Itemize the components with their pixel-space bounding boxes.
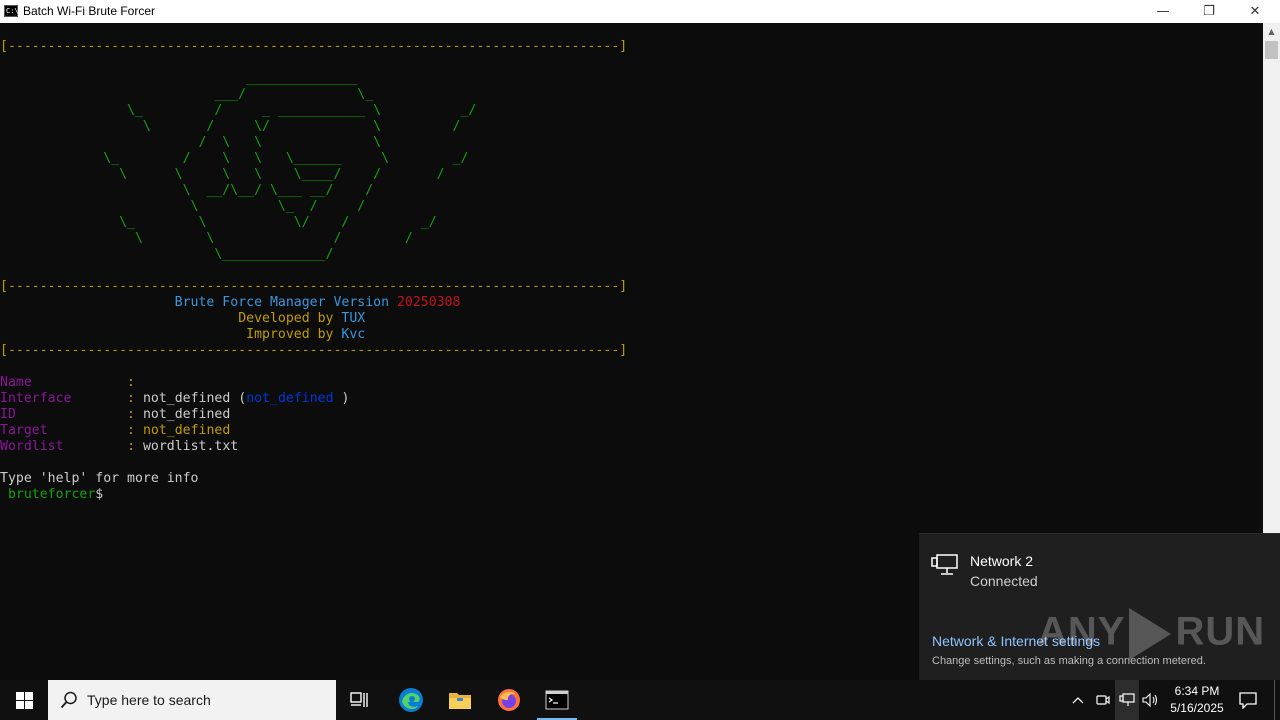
command-prompt-icon <box>545 690 569 710</box>
taskbar-firefox[interactable] <box>485 680 533 720</box>
folder-icon <box>449 693 471 709</box>
target-label: Target <box>0 423 48 438</box>
clock-time: 6:34 PM <box>1174 684 1220 698</box>
taskbar-edge[interactable] <box>387 680 435 720</box>
separator-top: [---------------------------------------… <box>0 39 628 54</box>
meet-now-icon <box>1096 695 1110 705</box>
wordlist-label: Wordlist <box>0 439 64 454</box>
windows-logo-icon <box>15 691 33 709</box>
scroll-up-icon[interactable]: ▲ <box>1263 23 1280 40</box>
window-title: Batch Wi-Fi Brute Forcer <box>23 4 156 18</box>
task-view-button[interactable] <box>336 680 384 720</box>
separator-middle: [---------------------------------------… <box>0 279 628 294</box>
taskbar-clock[interactable]: 6:34 PM 5/16/2025 <box>1164 683 1230 717</box>
interface-value: not_defined <box>142 391 231 406</box>
minimize-icon: — <box>1156 4 1170 19</box>
restore-icon: ❐ <box>1203 4 1215 19</box>
name-colon: : <box>127 375 135 390</box>
developed-by-label: Developed by <box>238 311 342 326</box>
close-button[interactable]: ✕ <box>1232 0 1278 23</box>
interface-paren-close: ) <box>333 391 350 406</box>
improved-by-label: Improved by <box>246 327 342 342</box>
help-text: Type 'help' for more info <box>0 471 199 486</box>
id-colon: : <box>127 407 135 422</box>
show-hidden-icons-button[interactable] <box>1068 680 1088 720</box>
id-value: not_defined <box>142 407 231 422</box>
wordlist-colon: : <box>127 439 136 454</box>
taskbar-cmd[interactable] <box>533 680 581 720</box>
improver-name: Kvc <box>341 327 366 342</box>
taskbar-file-explorer[interactable] <box>436 680 484 720</box>
action-center-button[interactable] <box>1234 680 1262 720</box>
clock-date: 5/16/2025 <box>1170 701 1224 715</box>
wordlist-value: wordlist.txt <box>142 439 239 454</box>
search-placeholder: Type here to search <box>87 692 211 708</box>
target-colon: : <box>127 423 135 438</box>
tray-volume[interactable] <box>1140 680 1162 720</box>
network-settings-description: Change settings, such as making a connec… <box>932 655 1206 667</box>
interface-label: Interface <box>0 391 72 406</box>
name-label: Name <box>0 375 32 390</box>
separator-bottom: [---------------------------------------… <box>0 343 628 358</box>
network-name[interactable]: Network 2 <box>970 553 1033 569</box>
interface-sub-value: not_defined <box>246 391 334 406</box>
taskbar: Type here to search 6:34 PM 5/16/2025 <box>0 680 1280 720</box>
minimize-button[interactable]: — <box>1140 0 1186 23</box>
interface-colon: : <box>127 391 135 406</box>
header-title: Brute Force Manager Version <box>174 295 397 310</box>
developer-name: TUX <box>341 311 366 326</box>
notification-icon <box>1239 692 1257 709</box>
network-flyout: Network 2 Connected Network & Internet s… <box>919 533 1280 681</box>
edge-browser-icon <box>399 688 423 712</box>
interface-paren-open: ( <box>230 391 247 406</box>
taskbar-search-box[interactable]: Type here to search <box>48 680 336 720</box>
firefox-icon <box>498 689 520 711</box>
window-title-bar[interactable]: C:\ Batch Wi-Fi Brute Forcer — ❐ ✕ <box>0 0 1280 23</box>
chevron-up-icon <box>1072 697 1084 704</box>
scrollbar-thumb[interactable] <box>1265 41 1278 59</box>
network-settings-link[interactable]: Network & Internet settings <box>932 633 1100 649</box>
search-icon <box>60 691 77 709</box>
prompt-name: bruteforcer <box>0 487 96 502</box>
restore-button[interactable]: ❐ <box>1186 0 1232 23</box>
header-version: 20250308 <box>396 295 461 310</box>
ethernet-network-icon <box>931 554 958 575</box>
target-value: not_defined <box>142 423 231 438</box>
id-label: ID <box>0 407 16 422</box>
cmd-app-icon[interactable]: C:\ <box>4 5 19 17</box>
show-desktop-button[interactable] <box>1274 680 1280 720</box>
prompt-symbol: $ <box>95 487 104 502</box>
network-icon <box>1119 693 1135 706</box>
close-icon: ✕ <box>1249 4 1261 19</box>
network-status: Connected <box>970 573 1038 589</box>
app-icon-text: C:\ <box>6 7 19 15</box>
task-view-icon <box>350 692 368 707</box>
ascii-logo: ______________ ___/ \_ \_ / _ __________… <box>103 71 477 262</box>
start-button[interactable] <box>0 680 48 720</box>
speaker-icon <box>1142 692 1158 708</box>
tray-network[interactable] <box>1115 680 1139 720</box>
tray-meet-now[interactable] <box>1092 680 1114 720</box>
